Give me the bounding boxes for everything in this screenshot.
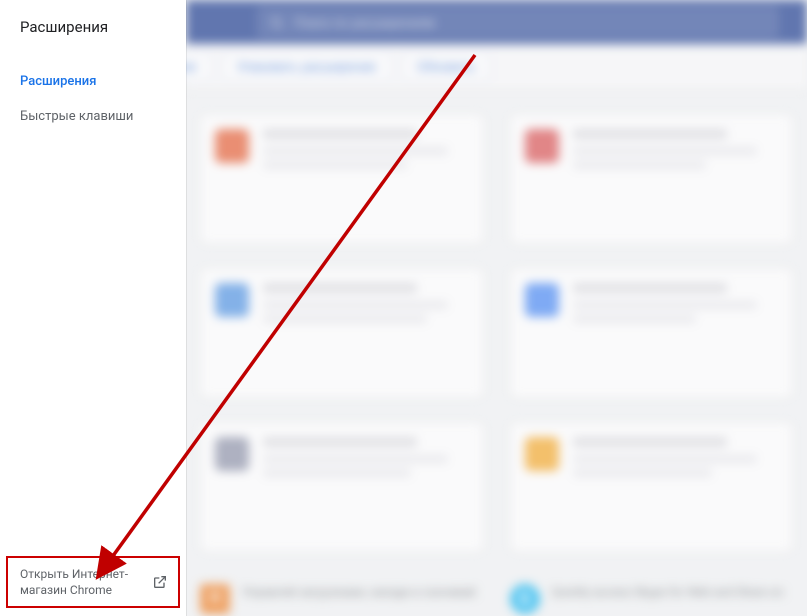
pack-extension-button[interactable]: Упаковать расширение xyxy=(222,52,392,81)
toolbar xyxy=(186,0,807,44)
sidebar-nav: Расширения Быстрые клавиши xyxy=(0,52,186,134)
action-bar: ние Упаковать расширение Обновить xyxy=(186,44,807,90)
extension-description: Quickly access Skype for Web and Share o… xyxy=(552,584,784,600)
download-manager-icon xyxy=(200,584,230,614)
extension-card[interactable] xyxy=(200,114,484,244)
open-chrome-webstore-label: Открыть Интернет- магазин Chrome xyxy=(20,566,128,598)
main-area: ние Упаковать расширение Обновить Управл… xyxy=(186,0,807,616)
search-field[interactable] xyxy=(258,7,778,37)
extension-icon xyxy=(215,437,249,471)
update-button[interactable]: Обновить xyxy=(402,52,491,81)
open-external-icon xyxy=(152,574,168,590)
extension-card[interactable] xyxy=(200,268,484,398)
extension-card[interactable]: Управляй загрузками, находи и скачивай xyxy=(200,584,484,614)
extensions-grid xyxy=(186,90,807,576)
extension-card[interactable] xyxy=(510,114,794,244)
extension-card[interactable] xyxy=(510,268,794,398)
extension-icon xyxy=(215,129,249,163)
extension-card[interactable] xyxy=(510,422,794,552)
skype-icon: S xyxy=(510,584,540,614)
sidebar: Расширения Расширения Быстрые клавиши От… xyxy=(0,0,186,616)
search-icon xyxy=(269,15,284,30)
extension-icon xyxy=(525,283,559,317)
search-input[interactable] xyxy=(294,15,767,30)
extension-icon xyxy=(215,283,249,317)
extension-icon xyxy=(525,437,559,471)
open-chrome-webstore-link[interactable]: Открыть Интернет- магазин Chrome xyxy=(8,558,178,606)
extension-icon xyxy=(525,129,559,163)
extension-description: Управляй загрузками, находи и скачивай xyxy=(242,584,476,600)
page-title: Расширения xyxy=(0,0,186,52)
sidebar-item-shortcuts[interactable]: Быстрые клавиши xyxy=(0,99,186,134)
sidebar-item-extensions[interactable]: Расширения xyxy=(0,64,186,99)
extension-card[interactable] xyxy=(200,422,484,552)
annotation-highlight-box: Открыть Интернет- магазин Chrome xyxy=(6,556,180,608)
extension-card[interactable]: S Quickly access Skype for Web and Share… xyxy=(510,584,794,614)
bottom-visible-row: Управляй загрузками, находи и скачивай S… xyxy=(186,576,807,616)
